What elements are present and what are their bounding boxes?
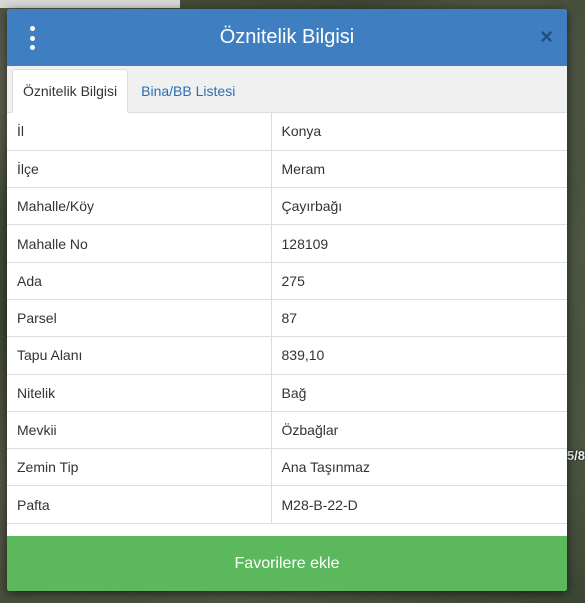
tab-bar: Öznitelik Bilgisi Bina/BB Listesi: [7, 66, 567, 113]
table-row: Mahalle No 128109: [7, 224, 567, 263]
attribute-key: Mahalle/Köy: [7, 187, 272, 226]
attribute-value: 839,10: [271, 336, 567, 375]
table-row: Ada 275: [7, 262, 567, 300]
map-edge-label: 5/8: [566, 448, 585, 463]
attribute-value: Konya: [271, 113, 567, 151]
attribute-key: Nitelik: [7, 374, 272, 412]
table-row: Pafta M28-B-22-D: [7, 485, 567, 524]
attribute-value: Özbağlar: [271, 411, 567, 450]
attribute-key: Zemin Tip: [7, 448, 272, 487]
attribute-key: İl: [7, 113, 272, 151]
table-row: İlçe Meram: [7, 150, 567, 189]
add-favorite-button[interactable]: Favorilere ekle: [7, 536, 567, 591]
attribute-key: Mevkii: [7, 411, 272, 450]
vertical-ellipsis-icon[interactable]: [27, 26, 37, 50]
tab-building-list[interactable]: Bina/BB Listesi: [128, 70, 245, 112]
dialog-header: Öznitelik Bilgisi ×: [7, 9, 567, 66]
attribute-key: İlçe: [7, 150, 272, 189]
map-top-strip: [0, 0, 180, 8]
tab-attribute-info[interactable]: Öznitelik Bilgisi: [12, 69, 129, 113]
attribute-value: Meram: [271, 150, 567, 189]
attribute-value: Ana Taşınmaz: [271, 448, 567, 487]
table-row: Zemin Tip Ana Taşınmaz: [7, 448, 567, 487]
close-icon[interactable]: ×: [540, 23, 553, 51]
attribute-key: Tapu Alanı: [7, 336, 272, 375]
attribute-key: Ada: [7, 262, 272, 300]
attribute-value: 128109: [271, 224, 567, 263]
table-row: Parsel 87: [7, 299, 567, 338]
table-row: Nitelik Bağ: [7, 374, 567, 412]
attribute-key: Parsel: [7, 299, 272, 338]
attribute-value: Bağ: [271, 374, 567, 412]
attribute-table: İl Konya İlçe Meram Mahalle/Köy Çayırbağı Maha…: [7, 113, 567, 524]
attribute-value: 87: [271, 299, 567, 338]
attribute-key: Pafta: [7, 485, 272, 524]
table-row: Mahalle/Köy Çayırbağı: [7, 187, 567, 226]
attribute-dialog: Öznitelik Bilgisi × Öznitelik Bilgisi Bi…: [7, 9, 567, 591]
attribute-key: Mahalle No: [7, 224, 272, 263]
table-row: Mevkii Özbağlar: [7, 411, 567, 450]
dialog-title: Öznitelik Bilgisi: [219, 26, 355, 48]
attribute-value: 275: [271, 262, 567, 300]
attribute-value: M28-B-22-D: [271, 485, 567, 524]
table-row: İl Konya: [7, 113, 567, 151]
table-row: Tapu Alanı 839,10: [7, 336, 567, 375]
attribute-value: Çayırbağı: [271, 187, 567, 226]
